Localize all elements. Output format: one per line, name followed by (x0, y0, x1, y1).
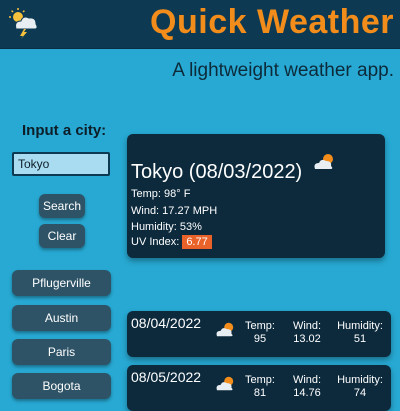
current-city-title: Tokyo (08/03/2022) (131, 161, 303, 183)
forecast-temp-label: Temp: (245, 374, 275, 386)
sun-behind-cloud-icon (216, 322, 234, 337)
forecast-wind-value: 14.76 (293, 387, 321, 399)
forecast-card: 08/05/2022 Temp: 81 Wind: 14.76 Humidity… (127, 365, 391, 411)
clear-button[interactable]: Clear (39, 224, 85, 248)
history-city-button[interactable]: Austin (12, 305, 111, 331)
current-uv-row: UV Index: 6.77 (131, 235, 212, 249)
forecast-card: 08/04/2022 Temp: 95 Wind: 13.02 Humidity… (127, 311, 391, 357)
forecast-humidity-value: 51 (353, 333, 367, 345)
forecast-humidity-value: 74 (353, 387, 367, 399)
forecast-humidity: Humidity: 74 (332, 374, 388, 400)
history-city-button[interactable]: Bogota (12, 373, 111, 399)
sun-behind-cloud-icon (314, 154, 333, 169)
tagline: A lightweight weather app. (172, 60, 394, 81)
forecast-humidity-label: Humidity: (337, 320, 383, 332)
city-input-label: Input a city: (22, 122, 107, 139)
city-search-input[interactable] (12, 152, 110, 176)
forecast-temp-value: 95 (253, 333, 267, 345)
current-humidity: Humidity: 53% (131, 221, 202, 233)
history-city-button[interactable]: Pflugerville (12, 270, 111, 296)
uv-index-label: UV Index: (131, 236, 180, 248)
forecast-wind: Wind: 14.76 (287, 374, 327, 400)
current-temp: Temp: 98° F (131, 188, 191, 200)
forecast-date: 08/05/2022 (131, 369, 202, 385)
forecast-wind-label: Wind: (292, 374, 322, 386)
forecast-wind-label: Wind: (292, 320, 322, 332)
forecast-wind: Wind: 13.02 (287, 320, 327, 346)
current-wind: Wind: 17.27 MPH (131, 205, 218, 217)
storm-cloud-icon (9, 8, 38, 39)
forecast-humidity: Humidity: 51 (332, 320, 388, 346)
forecast-temp-label: Temp: (245, 320, 275, 332)
forecast-temp: Temp: 81 (242, 374, 278, 400)
app-title: Quick Weather (150, 3, 394, 41)
forecast-date: 08/04/2022 (131, 315, 202, 331)
forecast-temp: Temp: 95 (242, 320, 278, 346)
sun-behind-cloud-icon (216, 376, 234, 391)
history-city-button[interactable]: Paris (12, 339, 111, 365)
uv-index-badge: 6.77 (182, 235, 212, 249)
search-button[interactable]: Search (39, 194, 85, 218)
forecast-humidity-label: Humidity: (337, 374, 383, 386)
current-weather-card: Tokyo (08/03/2022) Temp: 98° F Wind: 17.… (127, 134, 385, 258)
forecast-temp-value: 81 (253, 387, 267, 399)
forecast-wind-value: 13.02 (293, 333, 321, 345)
header: Quick Weather (0, 0, 400, 49)
